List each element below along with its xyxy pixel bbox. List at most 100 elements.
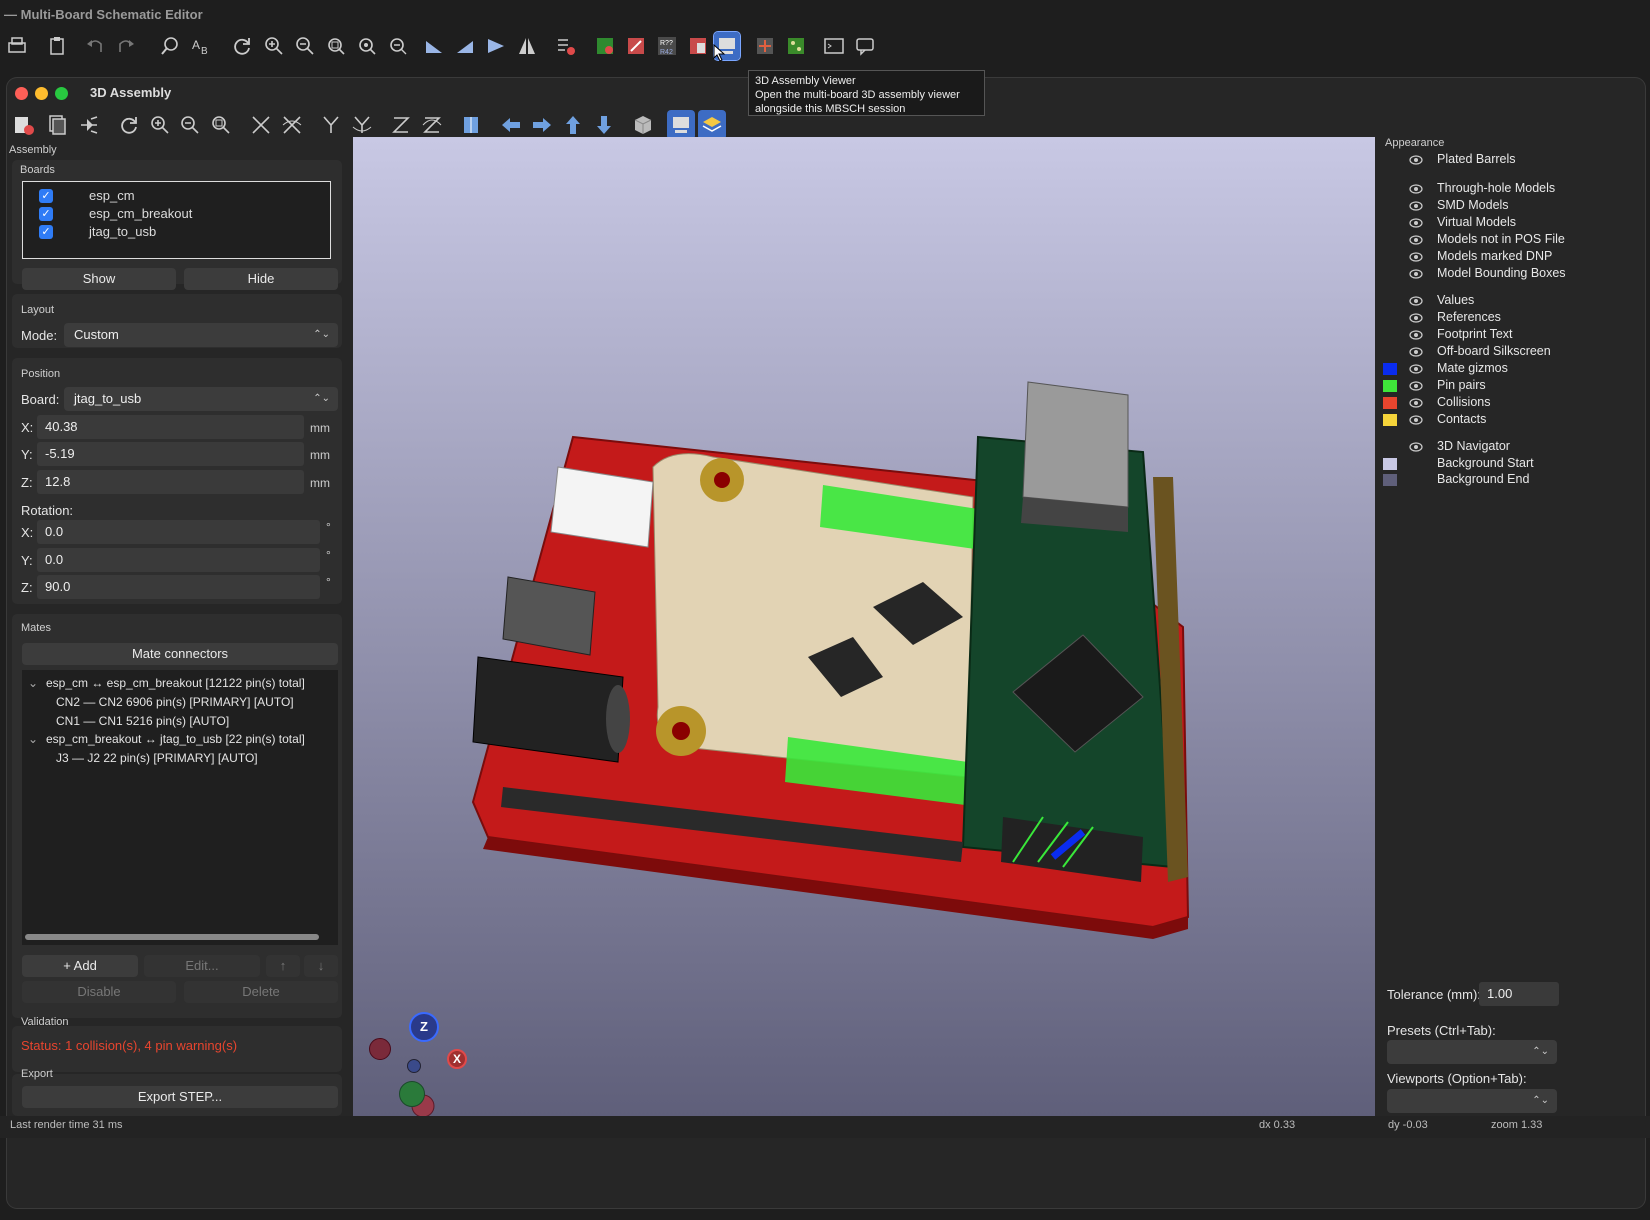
visibility-eye-icon[interactable] <box>1409 396 1423 410</box>
rotate-y-ccw-icon[interactable] <box>348 110 376 140</box>
pos-x-field[interactable]: 40.38 <box>37 415 304 439</box>
color-swatch[interactable] <box>1383 414 1397 426</box>
annotate-icon[interactable]: R?? R42 <box>654 32 680 60</box>
mate-group-1[interactable]: esp_cm ↔ esp_cm_breakout [12122 pin(s) t… <box>46 676 305 690</box>
copy-image-icon[interactable] <box>43 110 71 140</box>
color-swatch[interactable] <box>1383 380 1397 392</box>
visibility-eye-icon[interactable] <box>1409 379 1423 393</box>
nav-x-axis[interactable]: X <box>447 1049 467 1069</box>
edit-mate-button[interactable]: Edit... <box>144 955 260 977</box>
delete-mate-button[interactable]: Delete <box>184 981 338 1003</box>
comment-icon[interactable] <box>852 32 878 60</box>
visibility-eye-icon[interactable] <box>1409 311 1423 325</box>
visibility-eye-icon[interactable] <box>1409 216 1423 230</box>
visibility-eye-icon[interactable] <box>1409 413 1423 427</box>
find-icon[interactable] <box>157 32 183 60</box>
rotate-x-ccw-icon[interactable] <box>278 110 306 140</box>
flip-board-icon[interactable] <box>457 110 485 140</box>
board-checkbox-jtag-to-usb[interactable]: ✓ <box>39 225 53 239</box>
nav-z-axis[interactable]: Z <box>409 1012 439 1042</box>
move-mate-up-button[interactable]: ↑ <box>266 955 300 977</box>
move-right-icon[interactable] <box>528 110 556 140</box>
visibility-eye-icon[interactable] <box>1409 440 1423 454</box>
visibility-eye-icon[interactable] <box>1409 182 1423 196</box>
visibility-eye-icon[interactable] <box>1409 345 1423 359</box>
presets-select[interactable]: ⌃⌄ <box>1387 1040 1557 1064</box>
add-mate-button[interactable]: + Add <box>22 955 138 977</box>
visibility-eye-icon[interactable] <box>1409 153 1423 167</box>
zoom-objects-icon[interactable] <box>354 32 380 60</box>
color-swatch[interactable] <box>1383 363 1397 375</box>
mirror-h-icon[interactable] <box>514 32 540 60</box>
disable-mate-button[interactable]: Disable <box>22 981 176 1003</box>
rotate-z-cw-icon[interactable] <box>387 110 415 140</box>
rot-x-field[interactable]: 0.0 <box>37 520 320 544</box>
visibility-eye-icon[interactable] <box>1409 250 1423 264</box>
show-layers-toggle[interactable] <box>698 110 726 140</box>
rotate-x-cw-icon[interactable] <box>247 110 275 140</box>
rot-z-field[interactable]: 90.0 <box>37 575 320 599</box>
print-icon[interactable] <box>4 32 30 60</box>
mate-item-cn1[interactable]: CN1 — CN1 5216 pin(s) [AUTO] <box>56 714 229 728</box>
mates-scrollbar[interactable] <box>25 934 319 940</box>
bom-icon[interactable] <box>685 32 711 60</box>
zoom-out-icon[interactable] <box>292 32 318 60</box>
zoom-in-icon[interactable] <box>261 32 287 60</box>
visibility-eye-icon[interactable] <box>1409 294 1423 308</box>
zoom-selection-icon[interactable] <box>385 32 411 60</box>
nav-neg-x-axis[interactable] <box>369 1038 391 1060</box>
tolerance-field[interactable]: 1.00 <box>1479 982 1559 1006</box>
viewports-select[interactable]: ⌃⌄ <box>1387 1089 1557 1113</box>
maximize-window-button[interactable] <box>55 87 68 100</box>
orthographic-icon[interactable] <box>629 110 657 140</box>
hide-button[interactable]: Hide <box>184 268 338 290</box>
mirror-v-icon[interactable] <box>483 32 509 60</box>
mate-item-cn2[interactable]: CN2 — CN2 6906 pin(s) [PRIMARY] [AUTO] <box>56 695 294 709</box>
move-up-icon[interactable] <box>559 110 587 140</box>
export-step-button[interactable]: Export STEP... <box>22 1086 338 1108</box>
undo-icon[interactable] <box>82 32 108 60</box>
nav-neg-z-axis[interactable] <box>407 1059 421 1073</box>
zoom-in-3d-icon[interactable] <box>146 110 174 140</box>
color-swatch[interactable] <box>1383 397 1397 409</box>
mode-select[interactable]: Custom ⌃⌄ <box>64 323 338 347</box>
export-image-icon[interactable] <box>10 110 38 140</box>
visibility-eye-icon[interactable] <box>1409 233 1423 247</box>
board-checkbox-esp-cm-breakout[interactable]: ✓ <box>39 207 53 221</box>
redo-icon[interactable] <box>113 32 139 60</box>
color-swatch[interactable] <box>1383 458 1397 470</box>
visibility-eye-icon[interactable] <box>1409 328 1423 342</box>
move-mate-down-button[interactable]: ↓ <box>304 955 338 977</box>
visibility-eye-icon[interactable] <box>1409 199 1423 213</box>
minimize-window-button[interactable] <box>35 87 48 100</box>
pos-z-field[interactable]: 12.8 <box>37 470 304 494</box>
show-button[interactable]: Show <box>22 268 176 290</box>
chevron-down-icon[interactable]: ⌄ <box>28 676 38 690</box>
pcb-editor-icon[interactable] <box>592 32 618 60</box>
rot-y-field[interactable]: 0.0 <box>37 548 320 572</box>
mate-group-2[interactable]: esp_cm_breakout ↔ jtag_to_usb [22 pin(s)… <box>46 732 305 746</box>
board-select[interactable]: jtag_to_usb ⌃⌄ <box>64 387 338 411</box>
mate-item-j3[interactable]: J3 — J2 22 pin(s) [PRIMARY] [AUTO] <box>56 751 258 765</box>
scripting-console-icon[interactable] <box>821 32 847 60</box>
zoom-fit-icon[interactable] <box>323 32 349 60</box>
zoom-fit-3d-icon[interactable] <box>207 110 235 140</box>
find-replace-icon[interactable]: AB <box>188 32 214 60</box>
board-checkbox-esp-cm[interactable]: ✓ <box>39 189 53 203</box>
chevron-down-icon[interactable]: ⌄ <box>28 732 38 746</box>
rotate-cw-icon[interactable] <box>452 32 478 60</box>
nav-y-axis[interactable] <box>399 1081 425 1107</box>
move-down-icon[interactable] <box>590 110 618 140</box>
raytrace-icon[interactable] <box>75 110 103 140</box>
visibility-eye-icon[interactable] <box>1409 362 1423 376</box>
board-setup-icon[interactable] <box>783 32 809 60</box>
footprint-assign-icon[interactable] <box>623 32 649 60</box>
rotate-ccw-icon[interactable] <box>421 32 447 60</box>
erc-icon[interactable] <box>553 32 579 60</box>
netlist-icon[interactable] <box>752 32 778 60</box>
rotate-y-cw-icon[interactable] <box>317 110 345 140</box>
zoom-out-3d-icon[interactable] <box>176 110 204 140</box>
reload-icon[interactable] <box>115 110 143 140</box>
color-swatch[interactable] <box>1383 474 1397 486</box>
close-window-button[interactable] <box>15 87 28 100</box>
